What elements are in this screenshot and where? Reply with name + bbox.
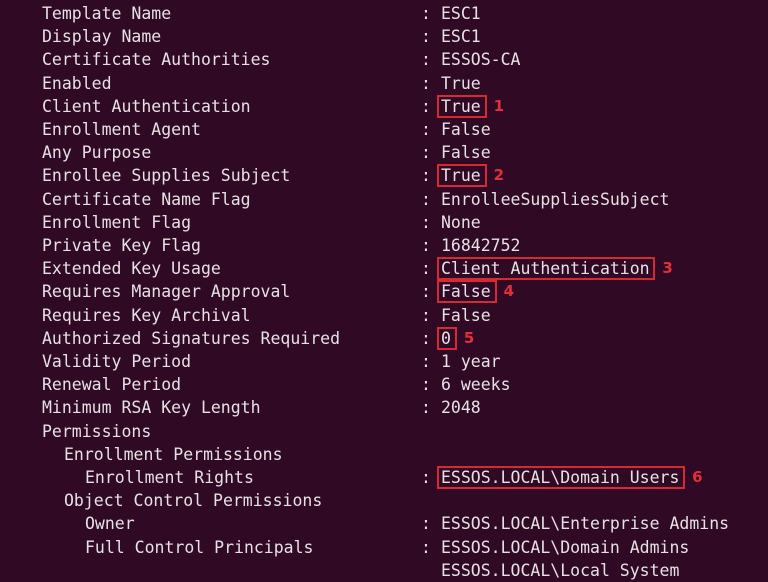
terminal-line: Enrollee Supplies Subject: True 2	[0, 164, 768, 188]
highlight-box	[437, 257, 656, 281]
property-name: Extended Key Usage	[42, 259, 221, 279]
terminal-output: Template Name: ESC1 Display Name: ESC1 Certi…	[0, 0, 768, 581]
terminal-line: Certificate Name Flag: EnrolleeSuppliesSu…	[0, 188, 768, 211]
separator: :	[421, 212, 431, 232]
separator: :	[421, 50, 431, 70]
separator: :	[421, 537, 431, 557]
separator: :	[421, 398, 431, 418]
terminal-line: Full Control Principals: ESSOS.LOCAL\Doma…	[0, 536, 768, 559]
property-value: ESSOS.LOCAL\Enterprise Admins	[441, 514, 730, 534]
annotation-number: 1	[493, 96, 505, 115]
property-name: Enrollee Supplies Subject	[42, 166, 291, 186]
property-name: Minimum RSA Key Length	[42, 398, 261, 418]
property-value: 16842752	[441, 236, 521, 255]
terminal-line: Enrollment Agent: False	[0, 118, 768, 141]
terminal-line: Extended Key Usage: Client Authentication…	[0, 257, 768, 281]
separator: :	[421, 328, 431, 348]
property-value: ESC1	[441, 27, 481, 47]
terminal-line: Certificate Authorities: ESSOS-CA	[0, 48, 768, 71]
property-name: Display Name	[42, 27, 162, 47]
property-name: Authorized Signatures Required	[42, 328, 341, 348]
annotation-number: 6	[692, 468, 703, 486]
terminal-line: Enabled: True	[0, 72, 768, 95]
terminal-line: ESSOS.LOCAL\Local System	[0, 559, 768, 582]
separator: :	[421, 259, 431, 279]
property-value: None	[441, 212, 481, 232]
property-name: Client Authentication	[42, 96, 251, 116]
property-name: Enrollment Rights	[85, 468, 254, 487]
property-value: 2048	[441, 398, 481, 418]
separator: :	[421, 4, 431, 23]
terminal-line: Any Purpose: False	[0, 141, 768, 164]
property-name: Validity Period	[42, 352, 192, 371]
property-value: EnrolleeSuppliesSubject	[441, 189, 670, 209]
annotation-number: 5	[463, 328, 475, 347]
separator: :	[421, 73, 431, 93]
property-name: Object Control Permissions	[64, 491, 323, 511]
separator: :	[421, 282, 431, 302]
property-value: False	[441, 120, 491, 139]
highlight-box	[437, 280, 497, 304]
terminal-line: Requires Key Archival: False	[0, 304, 768, 327]
separator: :	[421, 189, 431, 209]
terminal-line: Display Name: ESC1	[0, 25, 768, 48]
terminal-line: Renewal Period:6 weeks	[0, 373, 768, 396]
terminal-line: Owner: ESSOS.LOCAL\Enterprise Admins	[0, 512, 768, 535]
terminal-line: Permissions	[0, 420, 768, 443]
separator: :	[421, 96, 431, 116]
property-name: Requires Manager Approval	[42, 282, 291, 302]
separator: :	[421, 468, 431, 487]
separator: :	[421, 514, 431, 534]
property-name: Renewal Period	[42, 375, 182, 395]
separator: :	[421, 375, 431, 395]
property-name: Private Key Flag	[42, 236, 201, 255]
separator: :	[421, 166, 431, 186]
property-name: Template Name	[42, 4, 172, 23]
property-value: False	[441, 143, 491, 163]
property-name: Requires Key Archival	[42, 305, 251, 325]
terminal-line: Client Authentication: True 1	[0, 94, 768, 118]
property-name: Enrollment Permissions	[64, 444, 283, 464]
terminal-line: Enrollment Permissions	[0, 443, 768, 466]
property-value: ESSOS.LOCAL\Domain Admins	[441, 537, 690, 557]
terminal-line: Authorized Signatures Required:0 5	[0, 326, 768, 350]
terminal-line: Enrollment Flag: None	[0, 211, 768, 234]
separator: :	[421, 352, 431, 371]
property-name: Enabled	[42, 73, 112, 93]
property-name: Certificate Authorities	[42, 50, 271, 70]
property-value: ESSOS-CA	[441, 50, 521, 70]
highlight-box	[437, 326, 457, 350]
highlight-box	[437, 94, 487, 118]
separator: :	[421, 27, 431, 47]
terminal-line: Template Name: ESC1	[0, 2, 768, 25]
terminal-line: Validity Period:1 year	[0, 350, 768, 373]
separator: :	[421, 305, 431, 325]
property-value: False	[441, 305, 491, 325]
property-name: Permissions	[42, 421, 152, 441]
separator: :	[421, 143, 431, 163]
property-value: 1 year	[441, 352, 501, 371]
annotation-number: 4	[503, 282, 515, 301]
property-value: 6 weeks	[441, 375, 511, 395]
property-name: Certificate Name Flag	[42, 189, 251, 209]
separator: :	[421, 120, 431, 139]
property-value: ESC1	[441, 4, 481, 23]
property-value: True	[441, 73, 481, 93]
property-name: Full Control Principals	[85, 537, 314, 557]
property-name: Any Purpose	[42, 143, 152, 163]
annotation-number: 3	[662, 259, 673, 278]
terminal-line: Minimum RSA Key Length:2048	[0, 396, 768, 419]
terminal-line: Requires Manager Approval: False 4	[0, 280, 768, 304]
property-name: Enrollment Flag	[42, 212, 192, 232]
terminal-line: Object Control Permissions	[0, 489, 768, 512]
highlight-box	[437, 164, 487, 188]
highlight-box	[437, 466, 686, 489]
terminal-line: Enrollment Rights: ESSOS.LOCAL\Domain Use…	[0, 466, 768, 489]
property-name: Owner	[85, 514, 135, 534]
terminal-line: Private Key Flag:16842752	[0, 234, 768, 257]
property-name: Enrollment Agent	[42, 120, 201, 139]
annotation-number: 2	[493, 166, 505, 185]
property-value: ESSOS.LOCAL\Local System	[441, 560, 680, 580]
separator: :	[421, 236, 431, 255]
